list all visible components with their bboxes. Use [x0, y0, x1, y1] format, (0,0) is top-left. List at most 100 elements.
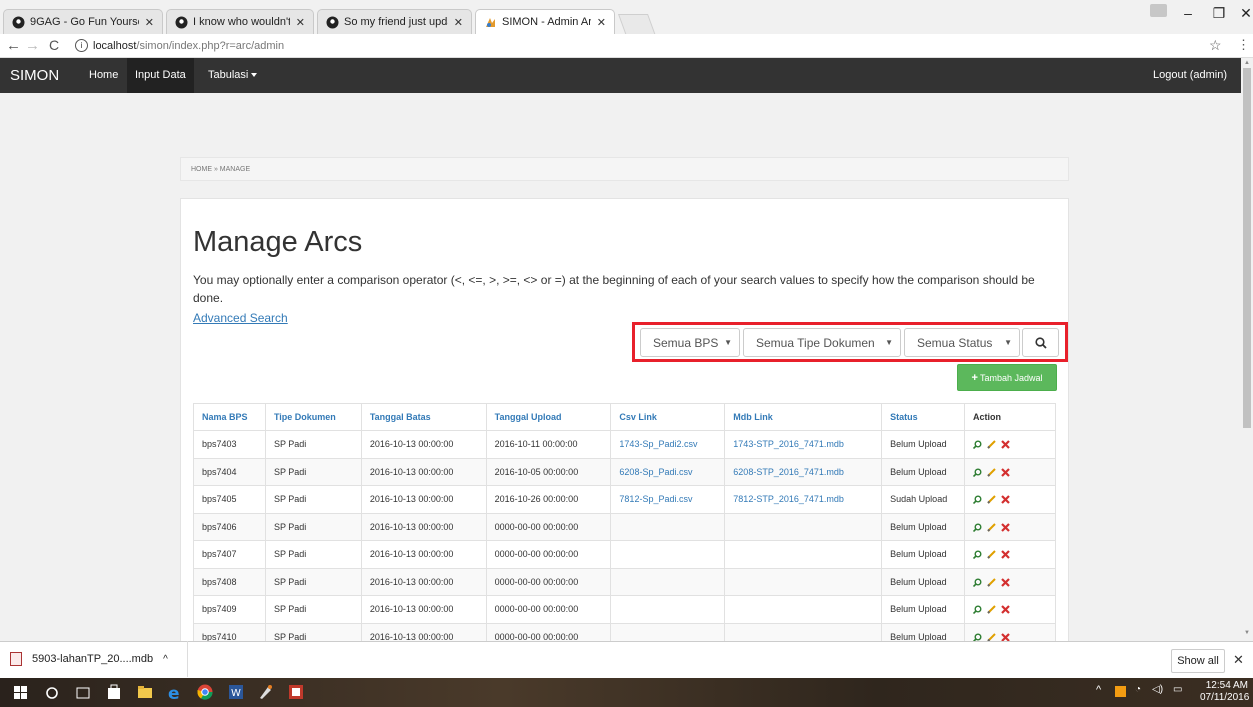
- edit-icon[interactable]: [987, 440, 996, 450]
- status-select[interactable]: Semua Status ▼: [904, 328, 1020, 357]
- nav-tabulasi[interactable]: Tabulasi: [200, 58, 265, 93]
- browser-tab-3[interactable]: So my friend just update ✕: [317, 9, 472, 34]
- close-tab-icon[interactable]: ✕: [296, 16, 305, 29]
- task-view-icon[interactable]: [76, 684, 94, 702]
- browser-tab-2[interactable]: I know who wouldn't do ✕: [166, 9, 314, 34]
- nav-input-data[interactable]: Input Data: [127, 58, 194, 93]
- close-download-bar-icon[interactable]: ✕: [1233, 652, 1244, 668]
- edit-icon[interactable]: [987, 523, 996, 532]
- taskbar-clock[interactable]: 12:54 AM 07/11/2016: [1200, 680, 1249, 704]
- col-tipe-dokumen[interactable]: Tipe Dokumen: [264, 403, 362, 431]
- close-tab-icon[interactable]: ✕: [454, 16, 463, 29]
- address-bar[interactable]: i localhost/simon/index.php?r=arc/admin: [75, 36, 1195, 55]
- tray-chevron-icon[interactable]: ^: [1096, 684, 1101, 696]
- back-icon[interactable]: ←: [6, 37, 21, 54]
- volume-icon[interactable]: ◁): [1152, 684, 1163, 695]
- tipe-dokumen-select[interactable]: Semua Tipe Dokumen ▼: [743, 328, 901, 357]
- tab-title: 9GAG - Go Fun Yourself: [30, 16, 139, 28]
- nav-home[interactable]: Home: [81, 58, 126, 93]
- forward-icon[interactable]: →: [25, 37, 40, 54]
- delete-icon[interactable]: [1001, 495, 1010, 505]
- col-tanggal-batas[interactable]: Tanggal Batas: [360, 403, 487, 431]
- scrollbar-thumb[interactable]: [1243, 68, 1251, 428]
- cell-mdb-link[interactable]: 7812-STP_2016_7471.mdb: [724, 485, 883, 514]
- cell-csv-link[interactable]: 1743-Sp_Padi2.csv: [610, 430, 726, 459]
- browser-tab-simon[interactable]: SIMON - Admin Arc ✕: [475, 9, 615, 34]
- edge-icon[interactable]: e: [167, 684, 185, 704]
- close-tab-icon[interactable]: ✕: [145, 16, 154, 29]
- page-title: Manage Arcs: [193, 226, 363, 258]
- store-icon[interactable]: [106, 684, 124, 702]
- logout-link[interactable]: Logout (admin): [1145, 58, 1235, 93]
- url-path: /simon/index.php?r=arc/admin: [136, 39, 285, 52]
- app-icon[interactable]: [288, 684, 306, 702]
- delete-icon[interactable]: [1001, 605, 1010, 615]
- view-icon[interactable]: [972, 495, 982, 505]
- edit-icon[interactable]: [987, 495, 996, 505]
- table-row: bps7405 SP Padi 2016-10-13 00:00:00 2016-10…: [193, 485, 1056, 514]
- cell-nama-bps: bps7403: [193, 430, 266, 459]
- browser-tab-9gag[interactable]: 9GAG - Go Fun Yourself ✕: [3, 9, 163, 34]
- paint-icon[interactable]: [258, 684, 276, 702]
- view-icon[interactable]: [972, 440, 982, 450]
- delete-icon[interactable]: [1001, 468, 1010, 477]
- close-window-icon[interactable]: ✕: [1229, 5, 1253, 22]
- show-all-button[interactable]: Show all: [1171, 649, 1225, 673]
- delete-icon[interactable]: [1001, 578, 1010, 587]
- windows-start-icon[interactable]: [14, 684, 32, 702]
- scroll-up-icon[interactable]: ▲: [1244, 60, 1250, 66]
- view-icon[interactable]: [972, 550, 982, 560]
- dropdown-arrow-icon: ▼: [1004, 338, 1012, 347]
- col-nama-bps[interactable]: Nama BPS: [193, 403, 266, 431]
- cell-csv-link[interactable]: 6208-Sp_Padi.csv: [610, 457, 726, 486]
- chevron-up-icon[interactable]: ^: [163, 654, 168, 665]
- word-icon[interactable]: W: [228, 684, 246, 702]
- edit-icon[interactable]: [987, 468, 996, 477]
- view-icon[interactable]: [972, 468, 982, 477]
- notification-icon[interactable]: ▭: [1173, 684, 1182, 695]
- view-icon[interactable]: [972, 578, 982, 587]
- tray-app-icon[interactable]: [1115, 686, 1126, 697]
- col-status[interactable]: Status: [881, 403, 966, 431]
- cell-tanggal-batas: 2016-10-13 00:00:00: [360, 457, 487, 486]
- reload-icon[interactable]: C: [49, 37, 59, 53]
- cortana-icon[interactable]: [45, 684, 63, 702]
- tambah-jadwal-button[interactable]: + Tambah Jadwal: [957, 364, 1057, 391]
- close-tab-icon[interactable]: ✕: [597, 16, 606, 29]
- nav-tabulasi-label: Tabulasi: [208, 69, 249, 81]
- minimize-icon[interactable]: –: [1171, 5, 1205, 21]
- wifi-icon[interactable]: ◔: [1135, 684, 1141, 695]
- delete-icon[interactable]: [1001, 440, 1010, 450]
- edit-icon[interactable]: [987, 605, 996, 615]
- col-mdb-link[interactable]: Mdb Link: [724, 403, 883, 431]
- scroll-down-icon[interactable]: ▼: [1244, 630, 1250, 636]
- view-icon[interactable]: [972, 523, 982, 532]
- delete-icon[interactable]: [1001, 550, 1010, 560]
- bps-select[interactable]: Semua BPS ▼: [640, 328, 740, 357]
- advanced-search-link[interactable]: Advanced Search: [193, 311, 288, 325]
- menu-icon[interactable]: ⋮: [1237, 37, 1250, 53]
- cell-csv-link: [610, 512, 726, 541]
- profile-icon[interactable]: [1150, 4, 1167, 17]
- col-tanggal-upload[interactable]: Tanggal Upload: [485, 403, 612, 431]
- tambah-jadwal-label: Tambah Jadwal: [979, 372, 1043, 383]
- cell-mdb-link[interactable]: 1743-STP_2016_7471.mdb: [724, 430, 883, 459]
- brand[interactable]: SIMON: [10, 58, 59, 93]
- breadcrumb[interactable]: HOME » MANAGE: [180, 157, 1069, 181]
- col-csv-link[interactable]: Csv Link: [610, 403, 726, 431]
- view-icon[interactable]: [972, 605, 982, 615]
- cell-mdb-link[interactable]: 6208-STP_2016_7471.mdb: [724, 457, 883, 486]
- info-icon[interactable]: i: [75, 39, 88, 52]
- 9gag-icon: [175, 16, 188, 29]
- cell-csv-link[interactable]: 7812-Sp_Padi.csv: [610, 485, 726, 514]
- bookmark-star-icon[interactable]: ☆: [1209, 37, 1222, 54]
- dropdown-arrow-icon: ▼: [724, 338, 732, 347]
- download-item[interactable]: 5903-lahanTP_20....mdb ^: [0, 641, 188, 677]
- file-explorer-icon[interactable]: [137, 684, 155, 702]
- delete-icon[interactable]: [1001, 523, 1010, 532]
- chrome-icon[interactable]: [197, 684, 215, 702]
- search-button[interactable]: [1022, 328, 1059, 357]
- edit-icon[interactable]: [987, 550, 996, 560]
- cell-tanggal-upload: 0000-00-00 00:00:00: [485, 567, 612, 596]
- edit-icon[interactable]: [987, 578, 996, 587]
